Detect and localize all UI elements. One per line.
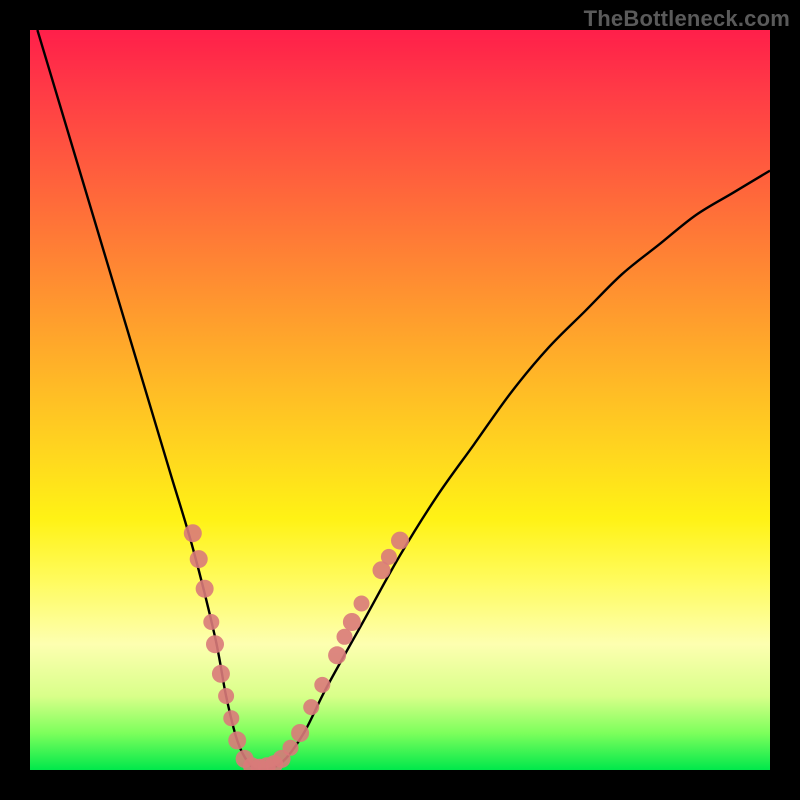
curve-marker — [303, 699, 319, 715]
watermark-label: TheBottleneck.com — [584, 6, 790, 32]
curve-marker — [212, 665, 230, 683]
curve-marker — [203, 614, 219, 630]
curve-marker — [206, 635, 224, 653]
curve-marker — [190, 550, 208, 568]
curve-marker — [337, 629, 353, 645]
plot-area — [30, 30, 770, 770]
curve-marker — [291, 724, 309, 742]
curve-marker — [223, 710, 239, 726]
chart-svg — [30, 30, 770, 770]
bottleneck-curve — [37, 30, 770, 770]
curve-marker — [391, 532, 409, 550]
curve-marker — [218, 688, 234, 704]
curve-marker — [354, 596, 370, 612]
curve-marker — [328, 646, 346, 664]
curve-marker — [184, 524, 202, 542]
curve-marker — [314, 677, 330, 693]
curve-marker — [196, 580, 214, 598]
curve-markers — [184, 524, 409, 770]
curve-marker — [228, 731, 246, 749]
curve-marker — [381, 549, 397, 565]
curve-marker — [343, 613, 361, 631]
chart-frame: TheBottleneck.com — [0, 0, 800, 800]
curve-marker — [282, 740, 298, 756]
